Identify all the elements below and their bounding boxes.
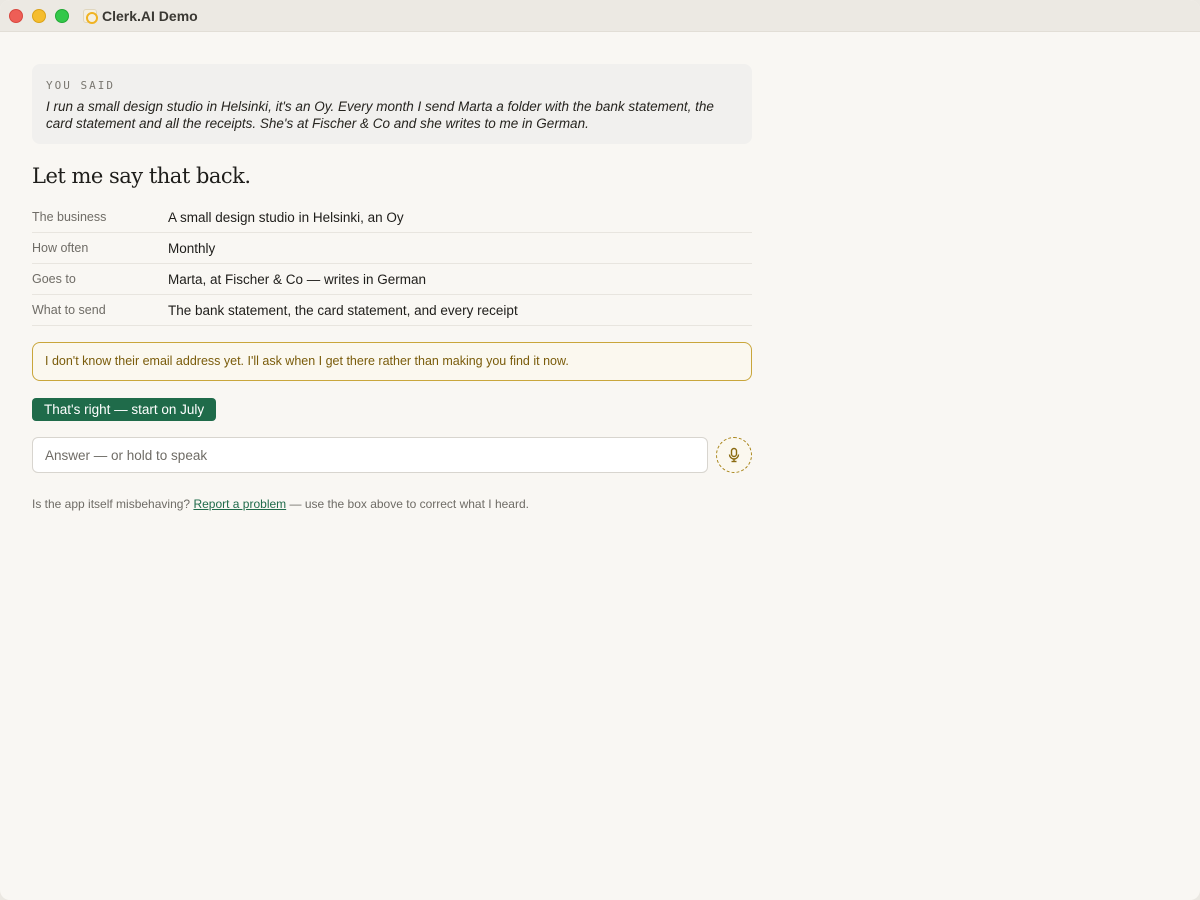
summary-label: What to send — [32, 303, 106, 317]
you-said-transcript: I run a small design studio in Helsinki,… — [46, 99, 714, 131]
app-window: Clerk.AI Demo YOU SAID I run a small des… — [0, 0, 1200, 900]
window-title: Clerk.AI Demo — [102, 8, 198, 24]
footer-prefix: Is the app itself misbehaving? — [32, 497, 191, 511]
summary-value: The bank statement, the card statement, … — [168, 302, 518, 318]
maximize-window-button[interactable] — [55, 9, 69, 23]
footer-help-text: Is the app itself misbehaving? Report a … — [32, 497, 752, 511]
summary-label: Goes to — [32, 272, 76, 286]
conversation-panel: YOU SAID I run a small design studio in … — [32, 64, 752, 511]
you-said-label: YOU SAID — [46, 79, 115, 92]
summary-row-frequency: How often Monthly — [32, 233, 752, 264]
summary-value: A small design studio in Helsinki, an Oy — [168, 209, 404, 225]
microphone-icon — [728, 447, 740, 463]
summary-row-documents: What to send The bank statement, the car… — [32, 295, 752, 326]
answer-row — [32, 437, 752, 473]
report-problem-link[interactable]: Report a problem — [193, 497, 286, 511]
footer-suffix: — use the box above to correct what I he… — [289, 497, 529, 511]
summary-table: The business A small design studio in He… — [32, 202, 752, 326]
summary-value: Monthly — [168, 240, 216, 256]
summary-value: Marta, at Fischer & Co — writes in Germa… — [168, 271, 427, 287]
summary-label: How often — [32, 241, 89, 255]
summary-row-business: The business A small design studio in He… — [32, 202, 752, 233]
close-window-button[interactable] — [9, 9, 23, 23]
summary-row-recipient: Goes to Marta, at Fischer & Co — writes … — [32, 264, 752, 295]
summary-label: The business — [32, 210, 107, 224]
missing-email-notice: I don't know their email address yet. I'… — [32, 342, 752, 381]
title-bar: Clerk.AI Demo — [0, 0, 1200, 32]
readback-heading: Let me say that back. — [32, 164, 251, 188]
answer-input[interactable] — [32, 437, 708, 473]
minimize-window-button[interactable] — [32, 9, 46, 23]
hold-to-speak-button[interactable] — [716, 437, 752, 473]
app-logo-icon — [83, 9, 98, 24]
you-said-card: YOU SAID I run a small design studio in … — [32, 64, 752, 144]
confirm-start-button[interactable]: That's right — start on July — [32, 398, 217, 421]
